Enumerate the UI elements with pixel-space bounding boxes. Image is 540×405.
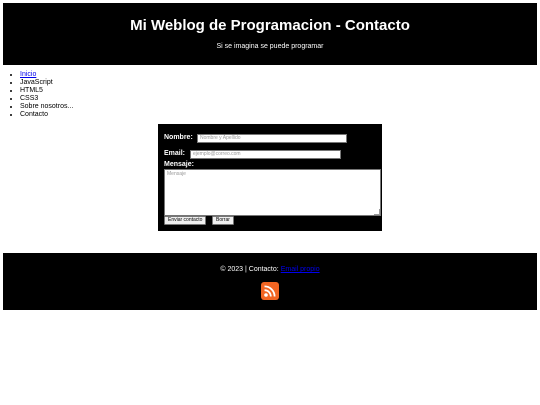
nav-item-css3: CSS3 xyxy=(20,95,73,103)
nav-link-inicio[interactable]: Inicio xyxy=(20,71,36,78)
page-footer: © 2023 | Contacto: Email propio xyxy=(3,253,537,310)
copyright-text: © 2023 | Contacto: xyxy=(220,266,279,273)
rss-icon[interactable] xyxy=(261,282,279,300)
nav-item-javascript: JavaScript xyxy=(20,79,73,87)
message-textarea[interactable]: Mensaje xyxy=(164,169,381,216)
nav-item-sobre-nosotros: Sobre nosotros... xyxy=(20,103,73,111)
email-label: Email: xyxy=(164,150,186,157)
name-input[interactable]: Nombre y Apellido xyxy=(197,134,347,143)
resize-grip-icon[interactable] xyxy=(374,209,380,215)
nav-item-inicio[interactable]: Inicio xyxy=(20,71,73,79)
nav-item-html5: HTML5 xyxy=(20,87,73,95)
contact-email-link[interactable]: Email propio xyxy=(281,266,320,273)
message-label: Mensaje: xyxy=(164,161,194,168)
page-header: Mi Weblog de Programacion - Contacto Si … xyxy=(3,3,537,65)
page-title: Mi Weblog de Programacion - Contacto xyxy=(130,17,410,34)
nav-item-contacto: Contacto xyxy=(20,111,73,119)
main-nav: Inicio JavaScript HTML5 CSS3 Sobre nosot… xyxy=(10,71,73,119)
submit-button[interactable]: Enviar contacto xyxy=(164,216,207,225)
footer-line: © 2023 | Contacto: Email propio xyxy=(3,266,537,273)
name-label: Nombre: xyxy=(164,134,193,141)
message-placeholder: Mensaje xyxy=(167,171,186,177)
page-subtitle: Si se imagina se puede programar xyxy=(216,43,324,50)
reset-button[interactable]: Borrar xyxy=(212,216,234,225)
contact-form: Nombre: Nombre y Apellido Email: ejemplo… xyxy=(158,124,382,231)
email-input[interactable]: ejemplo@correo.com xyxy=(190,150,341,159)
